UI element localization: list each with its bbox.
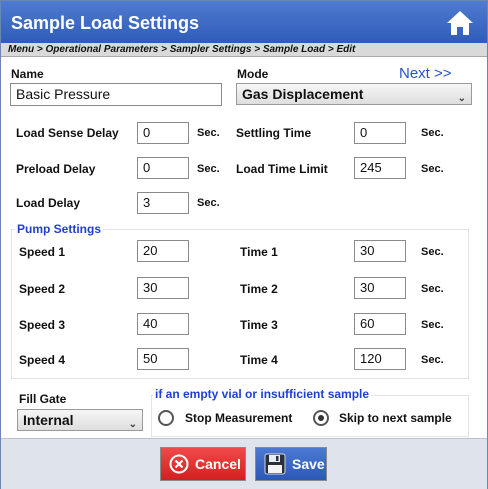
fill-gate-select-value: Internal <box>23 412 74 428</box>
window-title: Sample Load Settings <box>11 13 200 33</box>
time-3-label: Time 3 <box>240 318 278 332</box>
next-link[interactable]: Next >> <box>399 65 452 82</box>
pump-settings-title: Pump Settings <box>15 222 104 236</box>
time-4-label: Time 4 <box>240 353 278 367</box>
speed-3-label: Speed 3 <box>19 318 66 332</box>
time-3-unit: Sec. <box>421 319 444 331</box>
settling-time-label: Settling Time <box>236 126 312 140</box>
speed-3-input[interactable]: 40 <box>137 313 189 335</box>
preload-delay-label: Preload Delay <box>16 162 96 176</box>
mode-select[interactable]: Gas Displacement ⌄ <box>236 83 472 105</box>
chevron-down-icon: ⌄ <box>457 93 466 104</box>
load-delay-input[interactable]: 3 <box>137 192 189 214</box>
load-sense-delay-input[interactable]: 0 <box>137 122 189 144</box>
cancel-x-icon <box>169 454 189 474</box>
load-time-limit-input[interactable]: 245 <box>354 157 406 179</box>
speed-4-label: Speed 4 <box>19 353 66 367</box>
time-4-unit: Sec. <box>421 354 444 366</box>
save-button[interactable]: Save <box>255 447 327 481</box>
cancel-button[interactable]: Cancel <box>160 447 246 481</box>
time-4-input[interactable]: 120 <box>354 348 406 370</box>
fill-gate-select[interactable]: Internal ⌄ <box>17 409 143 431</box>
time-1-label: Time 1 <box>240 245 278 259</box>
time-2-label: Time 2 <box>240 282 278 296</box>
load-time-limit-label: Load Time Limit <box>236 162 328 176</box>
stop-measurement-label[interactable]: Stop Measurement <box>185 411 292 425</box>
save-button-label: Save <box>292 456 325 472</box>
floppy-disk-icon <box>264 453 286 475</box>
chevron-down-icon: ⌄ <box>128 419 137 430</box>
speed-2-input[interactable]: 30 <box>137 277 189 299</box>
breadcrumb: Menu > Operational Parameters > Sampler … <box>1 43 487 57</box>
settling-time-unit: Sec. <box>421 127 444 139</box>
speed-1-input[interactable]: 20 <box>137 240 189 262</box>
time-1-unit: Sec. <box>421 246 444 258</box>
skip-to-next-sample-radio[interactable] <box>313 410 329 426</box>
load-delay-label: Load Delay <box>16 196 81 210</box>
fill-gate-label: Fill Gate <box>19 392 67 406</box>
time-3-input[interactable]: 60 <box>354 313 406 335</box>
speed-1-label: Speed 1 <box>19 245 66 259</box>
time-2-input[interactable]: 30 <box>354 277 406 299</box>
load-sense-delay-unit: Sec. <box>197 127 220 139</box>
preload-delay-input[interactable]: 0 <box>137 157 189 179</box>
home-icon[interactable] <box>445 9 475 37</box>
name-label: Name <box>11 67 44 81</box>
settling-time-input[interactable]: 0 <box>354 122 406 144</box>
load-time-limit-unit: Sec. <box>421 163 444 175</box>
skip-to-next-sample-label[interactable]: Skip to next sample <box>339 411 452 425</box>
sample-load-settings-window: Sample Load Settings Menu > Operational … <box>0 0 488 489</box>
preload-delay-unit: Sec. <box>197 163 220 175</box>
time-1-input[interactable]: 30 <box>354 240 406 262</box>
mode-label: Mode <box>237 67 269 81</box>
empty-vial-title: if an empty vial or insufficient sample <box>153 387 372 401</box>
cancel-button-label: Cancel <box>195 456 241 472</box>
name-field[interactable]: Basic Pressure <box>10 83 222 106</box>
load-delay-unit: Sec. <box>197 197 220 209</box>
load-sense-delay-label: Load Sense Delay <box>16 126 119 140</box>
speed-4-input[interactable]: 50 <box>137 348 189 370</box>
mode-select-value: Gas Displacement <box>242 86 364 102</box>
title-bar: Sample Load Settings <box>1 1 487 43</box>
speed-2-label: Speed 2 <box>19 282 66 296</box>
stop-measurement-radio[interactable] <box>158 410 174 426</box>
time-2-unit: Sec. <box>421 283 444 295</box>
